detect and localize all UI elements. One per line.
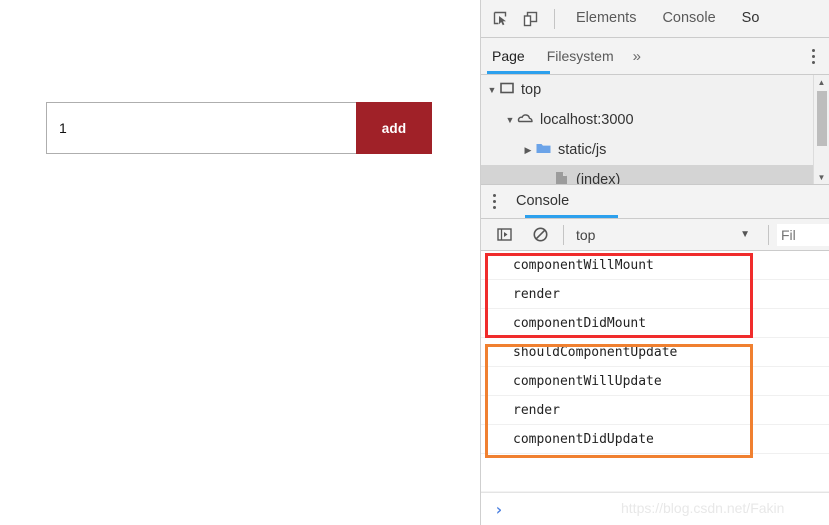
execution-context-selector[interactable]: top [572,227,595,243]
tab-sources[interactable]: So [729,0,773,37]
tree-item-localhost[interactable]: ▼ localhost:3000 [481,105,829,135]
navigator-tabstrip: Page Filesystem » [481,38,829,75]
devtools-tabstrip: Elements Console So [481,0,829,38]
device-toolbar-icon[interactable] [516,4,546,34]
active-drawer-tab-indicator [525,215,618,218]
tree-scrollbar[interactable]: ▲ ▼ [813,75,829,184]
tree-item-static-js[interactable]: ▶ static/js [481,135,829,165]
kebab-dot [812,60,815,64]
document-icon [553,170,570,184]
more-tabs-chevron-icon[interactable]: » [625,48,647,65]
tree-item-top[interactable]: ▼ top [481,75,829,105]
expand-twisty-icon[interactable]: ▶ [521,145,535,156]
drawer-tab-console[interactable]: Console [502,185,583,218]
file-navigator-tree: ▼ top ▼ localhost:3000 ▶ static/js (inde… [481,75,829,185]
tree-item-label: top [521,82,542,98]
console-message[interactable]: componentDidMount [481,309,829,338]
active-nav-tab-indicator [487,71,550,74]
tree-item-label: localhost:3000 [540,112,634,128]
console-message[interactable]: shouldComponentUpdate [481,338,829,367]
tree-item-label: (index) [576,172,621,185]
kebab-dot [812,54,815,58]
console-message[interactable]: render [481,396,829,425]
console-message[interactable]: componentWillUpdate [481,367,829,396]
devtools-panel: Elements Console So Page Filesystem » ▼ … [480,0,829,525]
scroll-down-arrow-icon[interactable]: ▼ [814,170,829,184]
tree-item-label: static/js [558,142,607,158]
tab-elements[interactable]: Elements [563,0,649,37]
console-filter-input[interactable] [777,223,829,246]
nav-tab-page[interactable]: Page [481,38,536,74]
frame-icon [499,80,515,100]
drawer-more-options-icon[interactable] [493,194,496,209]
nav-tab-filesystem[interactable]: Filesystem [536,38,625,74]
quantity-input[interactable] [46,102,356,154]
tree-item-index[interactable]: (index) [481,165,829,185]
console-message[interactable]: componentDidUpdate [481,425,829,454]
kebab-dot [493,200,496,203]
cloud-icon [517,110,534,130]
kebab-dot [493,206,496,209]
console-message[interactable]: render [481,280,829,309]
console-message-list: componentWillMount render componentDidMo… [481,251,829,491]
kebab-dot [812,48,815,52]
kebab-dot [493,194,496,197]
clear-console-icon[interactable] [525,220,555,250]
tree-scrollbar-thumb[interactable] [817,91,827,146]
tab-console[interactable]: Console [649,0,728,37]
scroll-up-arrow-icon[interactable]: ▲ [814,75,829,89]
expand-twisty-icon[interactable]: ▼ [485,85,499,95]
console-toolbar: top ▼ [481,219,829,251]
console-prompt[interactable]: › https://blog.csdn.net/Fakin [481,492,829,525]
console-message[interactable]: componentWillMount [481,251,829,280]
add-button[interactable]: add [356,102,432,154]
toolbar-divider [554,8,555,29]
inspect-element-icon[interactable] [486,4,516,34]
prompt-caret-icon: › [494,499,504,519]
add-form: add [46,102,432,154]
console-sidebar-icon[interactable] [489,220,519,250]
console-toolbar-divider [768,224,769,245]
chevron-down-icon[interactable]: ▼ [730,229,760,240]
drawer-tabstrip: Console [481,185,829,219]
expand-twisty-icon[interactable]: ▼ [503,115,517,125]
web-page-content: add [0,0,480,525]
folder-icon [535,140,552,160]
navigator-more-options-icon[interactable] [812,48,815,64]
console-toolbar-divider [563,224,564,245]
console-command-input[interactable] [511,500,829,518]
